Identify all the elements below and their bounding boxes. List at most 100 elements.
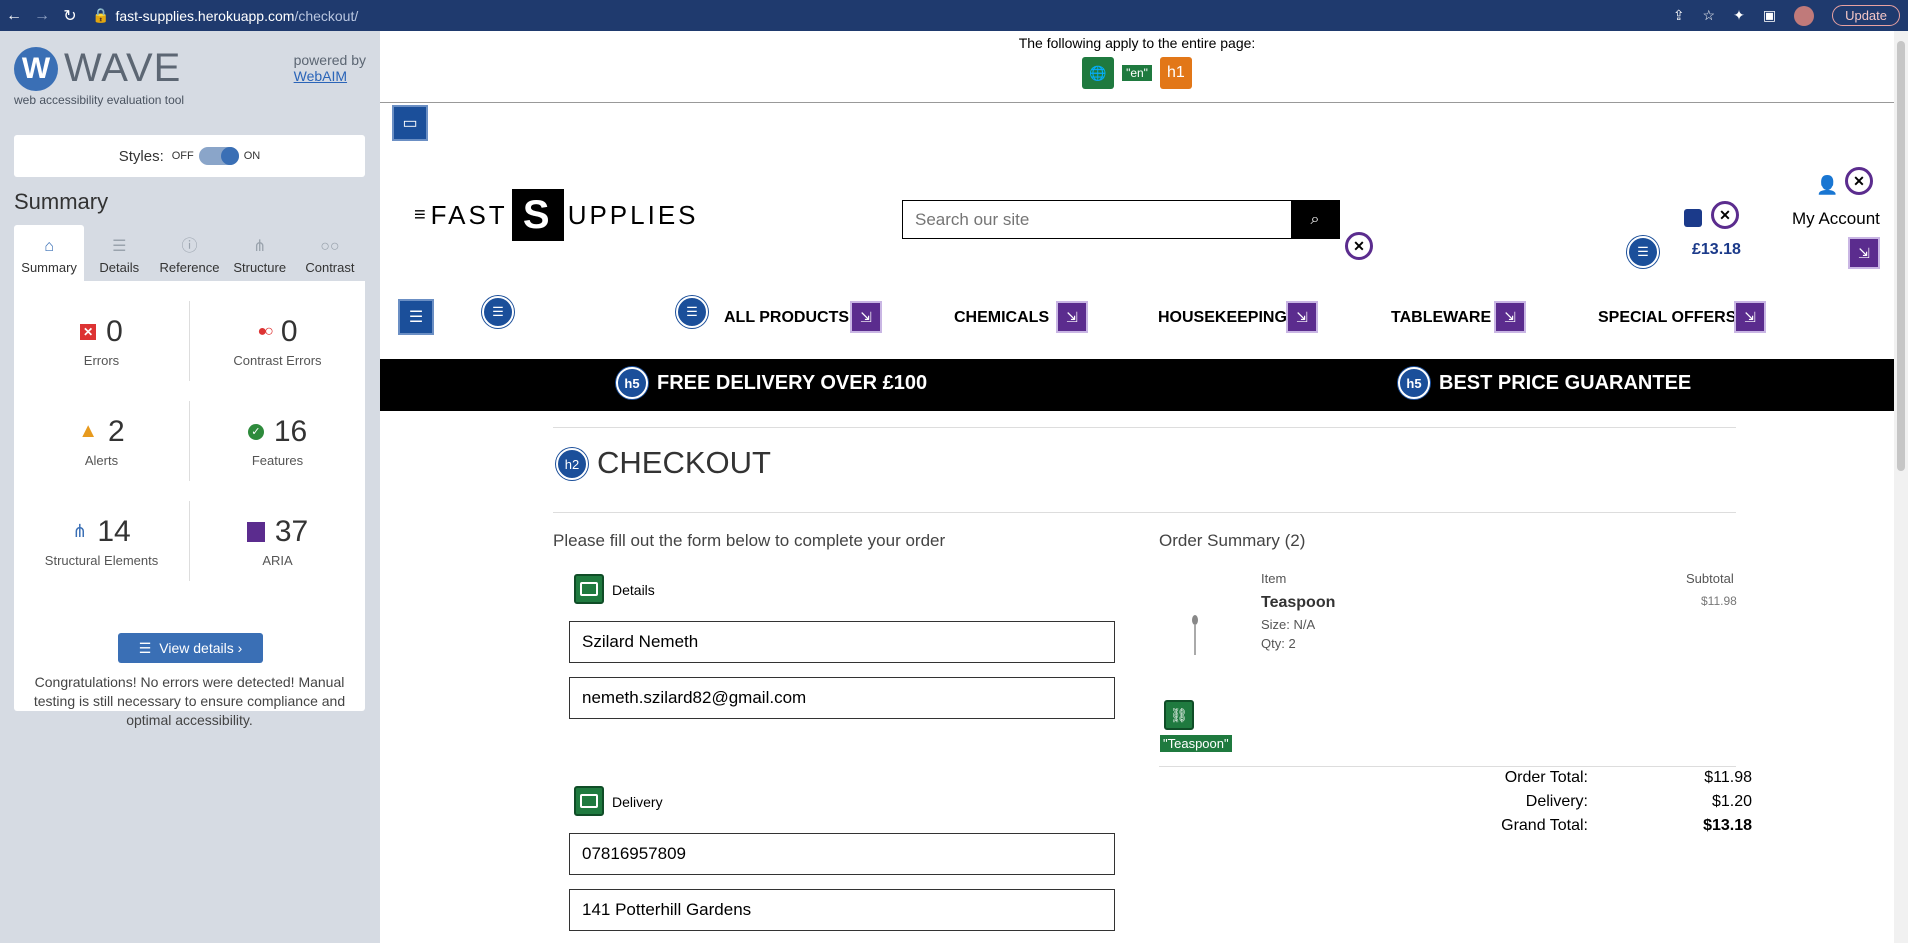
structural-stat[interactable]: ⋔ 14 Structural Elements — [14, 491, 189, 591]
image-icon: ⛓ — [1170, 706, 1188, 723]
nav-special-offers[interactable]: SPECIAL OFFERS — [1598, 309, 1736, 327]
item-size: Size: N/A — [1261, 617, 1316, 632]
fieldset-icon[interactable] — [574, 786, 604, 816]
structural-count: 14 — [97, 514, 131, 548]
tab-label: Details — [99, 260, 140, 275]
contrast-icon: ○○ — [320, 238, 340, 255]
update-button[interactable]: Update — [1832, 5, 1900, 26]
structural-label: Structural Elements — [44, 552, 159, 568]
aria-label: ARIA — [262, 552, 293, 568]
subtotal-column-header: Subtotal — [1686, 571, 1734, 586]
nav-all-products[interactable]: ALL PRODUCTS — [724, 309, 849, 327]
h2-icon[interactable]: h2 — [556, 448, 588, 480]
wave-subtitle: web accessibility evaluation tool — [14, 93, 185, 107]
full-name-field[interactable]: Szilard Nemeth — [569, 621, 1115, 663]
browser-toolbar: ← → ↻ 🔒 fast-supplies.herokuapp.com/chec… — [0, 0, 1908, 31]
nav-housekeeping[interactable]: HOUSEKEEPING — [1158, 309, 1287, 327]
search-icon: ⌕ — [1310, 210, 1320, 228]
item-name: Teaspoon — [1261, 594, 1336, 611]
alerts-stat[interactable]: ▲ 2 Alerts — [14, 391, 189, 491]
h5-icon[interactable]: h5 — [616, 367, 648, 399]
bag-icon[interactable] — [1684, 209, 1702, 227]
nav-tableware[interactable]: TABLEWARE — [1391, 309, 1491, 327]
toggle-knob — [220, 147, 239, 165]
page-scrollbar[interactable] — [1894, 31, 1908, 943]
email-field[interactable]: nemeth.szilard82@gmail.com — [569, 677, 1115, 719]
delivery-label: Delivery: — [1525, 793, 1588, 810]
toggle-track[interactable] — [198, 147, 239, 165]
wave-name: WAVE — [64, 46, 182, 90]
errors-count: 0 — [106, 314, 123, 348]
h1-alert-icon[interactable]: h1 — [1159, 57, 1192, 89]
cart-total[interactable]: £13.18 — [1692, 241, 1741, 259]
errors-stat[interactable]: ✕ 0 Errors — [14, 291, 189, 391]
alerts-label: Alerts — [84, 452, 119, 468]
aria-icon[interactable]: ⇲ — [1494, 301, 1526, 333]
tab-structure[interactable]: ⋔ Structure — [225, 225, 295, 281]
alt-text-tag: "Teaspoon" — [1160, 735, 1232, 752]
features-count: 16 — [273, 414, 308, 448]
list-icon[interactable]: ☰ — [482, 296, 514, 328]
nav-region-icon[interactable]: ☰ — [398, 299, 434, 335]
address-field[interactable]: 141 Potterhill Gardens — [569, 889, 1115, 931]
page-wide-icons: The following apply to the entire page: … — [380, 31, 1894, 103]
tab-summary[interactable]: ⌂ Summary — [14, 225, 85, 281]
aria-icon[interactable]: ⇲ — [1848, 237, 1880, 269]
tab-details[interactable]: ☰ Details — [84, 225, 154, 281]
logo-left: FAST — [430, 199, 508, 230]
features-stat[interactable]: ✓ 16 Features — [190, 391, 365, 491]
phone-field[interactable]: 07816957809 — [569, 833, 1115, 875]
tab-label: Contrast — [305, 260, 355, 275]
site-logo[interactable]: ≡ FAST S UPPLIES — [414, 189, 699, 241]
aria-icon — [246, 521, 265, 542]
alt-text-icon[interactable]: ⛓ — [1164, 700, 1194, 730]
aria-stat[interactable]: 37 ARIA — [190, 491, 365, 591]
user-icon[interactable]: 👤 — [1816, 175, 1838, 197]
aria-icon[interactable]: ⇲ — [1286, 301, 1318, 333]
scrollbar-thumb[interactable] — [1897, 41, 1905, 471]
summary-heading: Summary — [14, 189, 109, 214]
tab-contrast[interactable]: ○○ Contrast — [295, 225, 365, 281]
fieldset-icon[interactable] — [574, 574, 604, 604]
search-input[interactable] — [903, 201, 1291, 238]
webaim-link[interactable]: WebAIM — [294, 68, 366, 84]
extensions-icon[interactable]: ✦ — [1733, 7, 1745, 24]
globe-icon[interactable]: 🌐 — [1082, 57, 1115, 89]
aria-hidden-icon[interactable]: ✕ — [1711, 201, 1739, 229]
contrast-stat[interactable]: ●○ 0 Contrast Errors — [190, 291, 365, 391]
h5-icon[interactable]: h5 — [1398, 367, 1430, 399]
list-icon[interactable]: ☰ — [1627, 236, 1659, 268]
item-column-header: Item — [1261, 571, 1287, 586]
language-tag[interactable]: "en" — [1122, 65, 1152, 81]
share-icon[interactable]: ⇪ — [1673, 7, 1685, 24]
forward-icon[interactable]: → — [28, 7, 56, 25]
aria-icon[interactable]: ⇲ — [1056, 301, 1088, 333]
aria-hidden-icon[interactable]: ✕ — [1845, 167, 1873, 195]
profile-avatar[interactable] — [1794, 5, 1815, 26]
reload-icon[interactable]: ↻ — [56, 6, 84, 26]
lock-icon: 🔒 — [92, 7, 110, 23]
view-details-button[interactable]: ☰ View details › — [118, 633, 263, 663]
search-button[interactable]: ⌕ — [1291, 201, 1339, 238]
sidepanel-icon[interactable]: ▣ — [1763, 7, 1776, 24]
header-region-icon[interactable]: ▭ — [392, 105, 428, 141]
back-icon[interactable]: ← — [0, 7, 28, 25]
applies-text: The following apply to the entire page: — [1018, 35, 1256, 51]
hierarchy-icon: ⋔ — [72, 521, 88, 541]
promo-banner: h5 FREE DELIVERY OVER £100 h5 BEST PRICE… — [380, 359, 1908, 411]
aria-hidden-icon[interactable]: ✕ — [1345, 232, 1373, 260]
address-bar[interactable]: 🔒 fast-supplies.herokuapp.com/checkout/ — [92, 7, 358, 24]
nav-chemicals[interactable]: CHEMICALS — [954, 309, 1049, 327]
styles-toggle[interactable]: OFF ON — [172, 147, 260, 165]
tab-reference[interactable]: ⓘ Reference — [154, 225, 224, 281]
order-summary-title: Order Summary (2) — [1159, 531, 1306, 550]
star-icon[interactable]: ☆ — [1703, 7, 1716, 24]
list-icon[interactable]: ☰ — [676, 296, 708, 328]
congrats-message: Congratulations! No errors were detected… — [33, 674, 346, 728]
aria-icon[interactable]: ⇲ — [1734, 301, 1766, 333]
aria-icon[interactable]: ⇲ — [850, 301, 882, 333]
details-legend: Details — [612, 582, 655, 598]
my-account-link[interactable]: My Account — [1792, 209, 1880, 229]
info-icon: ⓘ — [181, 238, 198, 255]
alert-icon: ▲ — [78, 420, 99, 442]
